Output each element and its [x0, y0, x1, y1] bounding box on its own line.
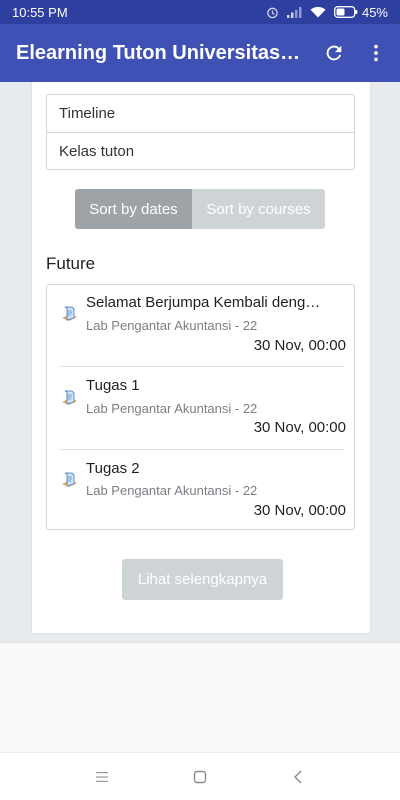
event-course: Lab Pengantar Akuntansi - 22 [86, 401, 258, 416]
back-icon [294, 770, 302, 783]
event-course: Lab Pengantar Akuntansi - 22 [86, 318, 258, 333]
more-options-button[interactable] [358, 35, 394, 71]
event-course: Lab Pengantar Akuntansi - 22 [86, 483, 258, 498]
app-bar: Elearning Tuton Universitas T... [0, 24, 400, 82]
status-bar: 10:55 PM 45% [0, 0, 400, 24]
event-list: Selamat Berjumpa Kembali denga... Lab Pe… [46, 284, 355, 530]
status-time: 10:55 PM [12, 4, 68, 20]
battery-level: 45% [361, 4, 388, 20]
card-divider [31, 633, 371, 634]
filter-item-kelas-tuton[interactable]: Kelas tuton [47, 132, 354, 169]
refresh-button[interactable] [316, 35, 352, 71]
event-item[interactable]: Tugas 1 Lab Pengantar Akuntansi - 22 30 … [47, 367, 356, 449]
event-item[interactable]: Tugas 2 Lab Pengantar Akuntansi - 22 30 … [47, 449, 356, 531]
refresh-icon [326, 45, 342, 61]
sort-by-dates-button[interactable]: Sort by dates [75, 189, 192, 229]
app-bar-actions [316, 35, 400, 71]
event-date: 30 Nov, 00:00 [253, 419, 346, 436]
section-title-future: Future [46, 254, 96, 273]
show-more-button[interactable]: Lihat selengkapnya [122, 559, 283, 600]
filter-item-timeline[interactable]: Timeline [47, 95, 354, 132]
more-vert-icon [374, 44, 378, 62]
assignment-icon [59, 305, 79, 330]
event-name: Tugas 1 [86, 377, 140, 394]
event-name: Tugas 2 [86, 460, 140, 477]
system-nav-bar [0, 752, 400, 800]
status-icons: 45% [266, 5, 388, 20]
assignment-icon [59, 471, 79, 496]
home-icon [193, 770, 207, 783]
recents-button[interactable] [86, 761, 118, 793]
battery-icon [334, 6, 358, 18]
assignment-icon [59, 389, 79, 414]
page-title: Elearning Tuton Universitas T... [16, 41, 301, 64]
menu-icon [96, 771, 108, 782]
event-name: Selamat Berjumpa Kembali denga... [86, 294, 326, 311]
main-content: Timeline Kelas tuton Sort by dates Sort … [0, 82, 400, 642]
event-date: 30 Nov, 00:00 [253, 337, 346, 354]
alarm-icon [266, 6, 279, 19]
filter-list: Timeline Kelas tuton [46, 94, 355, 170]
home-button[interactable] [184, 761, 216, 793]
sort-by-courses-button[interactable]: Sort by courses [192, 189, 325, 229]
battery-indicator: 45% [334, 5, 388, 20]
sort-toggle: Sort by dates Sort by courses [75, 189, 325, 229]
wifi-icon [310, 6, 326, 18]
back-button[interactable] [282, 761, 314, 793]
event-item[interactable]: Selamat Berjumpa Kembali denga... Lab Pe… [47, 285, 356, 367]
empty-area [0, 642, 400, 752]
signal-icon [286, 6, 302, 18]
event-date: 30 Nov, 00:00 [253, 502, 346, 519]
